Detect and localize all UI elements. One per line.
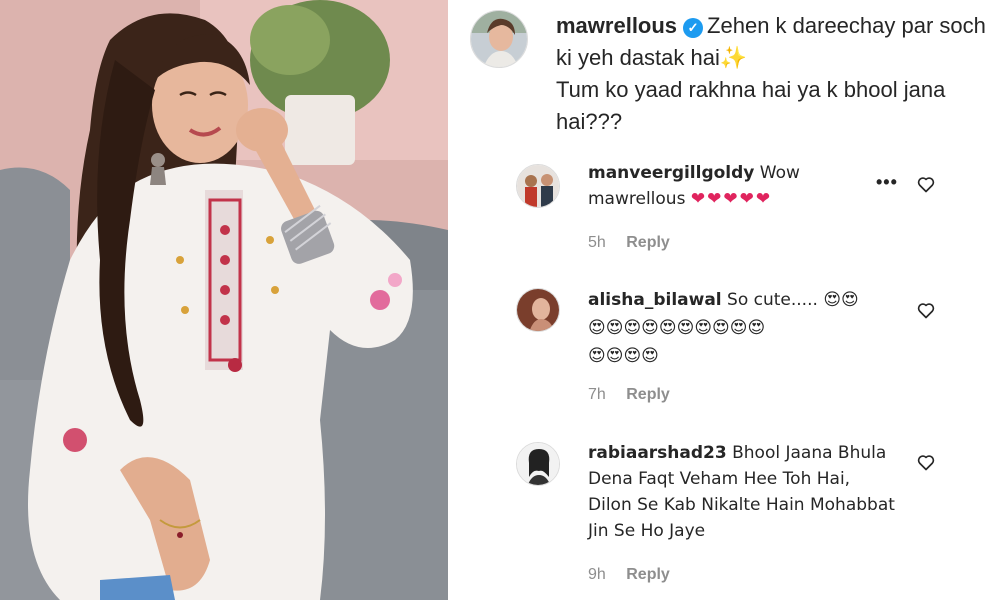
commenter-avatar-image xyxy=(517,289,559,331)
verified-badge-icon: ✓ xyxy=(683,18,704,38)
commenter-avatar-image xyxy=(517,165,559,207)
comment-username[interactable]: manveergillgoldy xyxy=(588,163,754,183)
comment-username[interactable]: rabiaarshad23 xyxy=(588,443,727,463)
commenter-avatar[interactable] xyxy=(516,288,560,332)
comment-message: So cute..... xyxy=(727,290,818,310)
heart-eyes-emojis-3: 😍😍😍😍 xyxy=(588,346,659,366)
comment-time: 7h xyxy=(588,386,606,403)
reply-button[interactable]: Reply xyxy=(626,234,670,251)
comment-time: 9h xyxy=(588,566,606,583)
post-photo xyxy=(0,0,448,600)
comment-text: alisha_bilawal So cute..... 😍😍 😍😍😍😍😍😍😍😍😍… xyxy=(588,286,898,370)
more-options-icon[interactable]: ••• xyxy=(876,172,898,193)
sparkles-emoji: ✨ xyxy=(719,45,748,70)
comment-text: rabiaarshad23 Bhool Jaana Bhula Dena Faq… xyxy=(588,440,898,544)
post-photo-illustration xyxy=(0,0,448,600)
like-heart-icon[interactable] xyxy=(916,452,936,472)
heart-eyes-emojis-2: 😍😍😍😍😍😍😍😍😍😍 xyxy=(588,318,766,338)
comments-panel: mawrellous ✓ Zehen k dareechay par soch ki… xyxy=(448,0,1000,600)
comment-meta: 5h Reply xyxy=(588,234,686,252)
author-avatar-image xyxy=(471,11,527,67)
reply-button[interactable]: Reply xyxy=(626,386,670,403)
like-heart-icon[interactable] xyxy=(916,174,936,194)
commenter-avatar-image xyxy=(517,443,559,485)
heart-eyes-emojis-1: 😍😍 xyxy=(823,290,859,310)
commenter-avatar[interactable] xyxy=(516,442,560,486)
comment-meta: 7h Reply xyxy=(588,386,686,404)
reply-button[interactable]: Reply xyxy=(626,566,670,583)
comment-username[interactable]: alisha_bilawal xyxy=(588,290,722,310)
author-avatar[interactable] xyxy=(470,10,528,68)
heart-emojis: ❤❤❤❤❤ xyxy=(690,189,773,209)
commenter-avatar[interactable] xyxy=(516,164,560,208)
post-caption: mawrellous ✓ Zehen k dareechay par soch ki… xyxy=(556,10,986,138)
comment-time: 5h xyxy=(588,234,606,251)
like-heart-icon[interactable] xyxy=(916,300,936,320)
caption-line-2: Tum ko yaad rakhna hai ya k bhool jana h… xyxy=(556,77,946,134)
comment-text: manveergillgoldy Wow mawrellous ❤❤❤❤❤ xyxy=(588,160,898,212)
author-username[interactable]: mawrellous xyxy=(556,13,677,38)
comment-meta: 9h Reply xyxy=(588,566,686,584)
